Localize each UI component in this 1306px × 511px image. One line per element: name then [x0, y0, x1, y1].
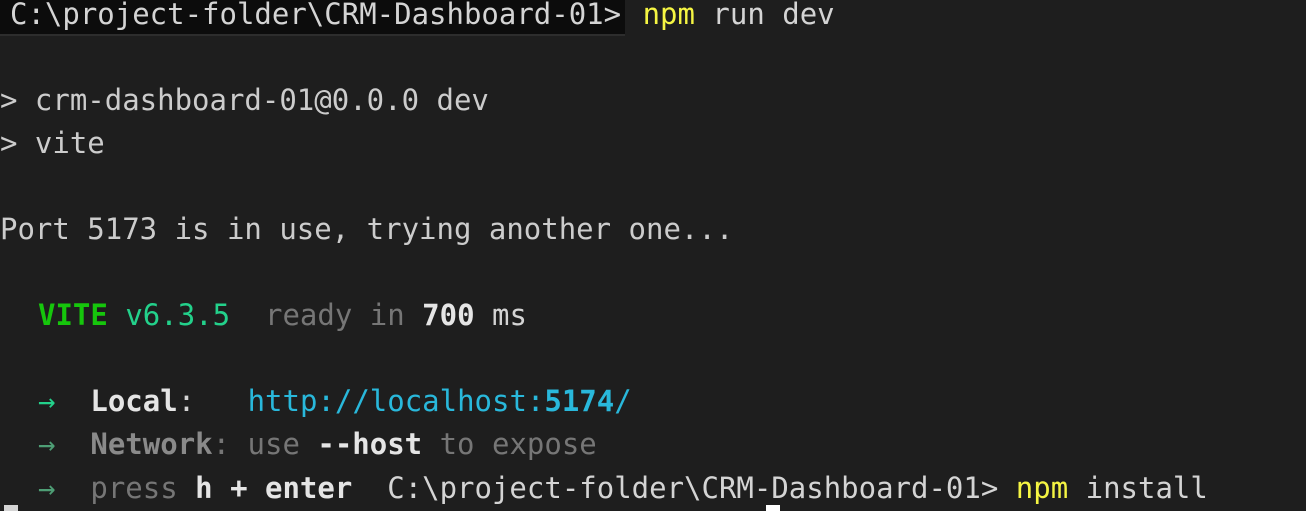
arrow-right-icon: →	[38, 427, 56, 461]
local-url-prefix: http://localhost:	[247, 384, 545, 418]
terminal-window[interactable]: C:\project-folder\CRM-Dashboard-01> npm …	[0, 0, 1306, 511]
local-label: Local	[90, 384, 178, 418]
local-url-link[interactable]: http://localhost:5174/	[248, 384, 632, 418]
port-in-use-message: Port 5173 is in use, trying another one.…	[0, 212, 734, 246]
command-line-1: C:\project-folder\CRM-Dashboard-01> npm …	[0, 0, 835, 36]
prompt-path-2: C:\project-folder\CRM-Dashboard-01>	[387, 471, 999, 505]
command-args: run dev	[694, 0, 835, 31]
cursor-marker	[766, 505, 780, 511]
help-key-hint: h + enter	[195, 471, 353, 505]
network-label: Network	[90, 427, 213, 461]
network-text-2: to expose	[422, 427, 597, 461]
arrow-right-icon: →	[38, 471, 56, 505]
local-url-port: 5174	[544, 384, 615, 418]
prompt-path: C:\project-folder\CRM-Dashboard-01>	[0, 0, 626, 36]
ready-text: ready in	[265, 298, 405, 332]
local-colon: :	[177, 384, 196, 418]
arrow-right-icon: →	[38, 384, 56, 418]
help-and-prompt-line: → press h + enter C:\project-folder\CRM-…	[38, 468, 1208, 508]
ready-unit: ms	[492, 298, 527, 332]
script-echo-line: > crm-dashboard-01@0.0.0 dev	[0, 83, 489, 117]
press-text: press	[90, 471, 196, 505]
vite-version: v6.3.5	[125, 298, 231, 332]
local-url-line: → Local: http://localhost:5174/	[38, 381, 632, 421]
network-line: → Network: use --host to expose	[38, 424, 597, 464]
network-text-1: : use	[212, 427, 318, 461]
command-args-2: install	[1068, 471, 1208, 505]
vite-brand: VITE	[38, 298, 108, 332]
vite-ready-line: VITE v6.3.5 ready in 700 ms	[38, 295, 527, 335]
host-flag: --host	[317, 427, 423, 461]
cursor-marker	[4, 505, 18, 511]
ready-value: 700	[422, 298, 475, 332]
script-command-line: > vite	[0, 126, 105, 160]
command-name: npm	[642, 0, 695, 31]
command-name-2: npm	[1015, 471, 1069, 505]
local-url-suffix: /	[614, 384, 632, 418]
